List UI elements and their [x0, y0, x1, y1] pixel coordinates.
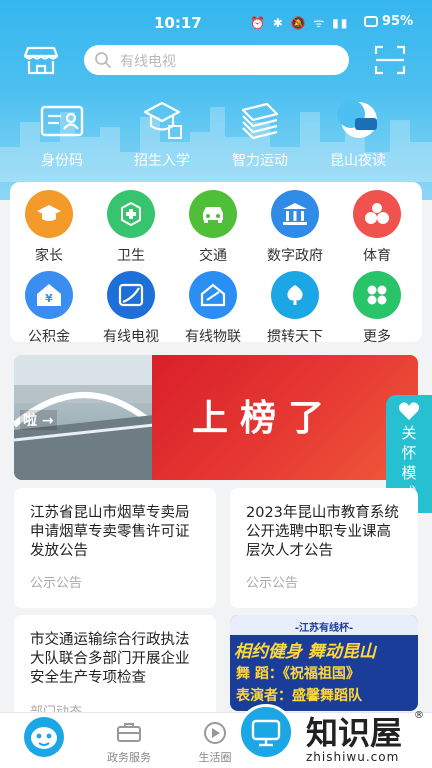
watermark-text: 知识屋	[306, 714, 403, 752]
heart-icon	[398, 402, 420, 420]
service-cable-tv[interactable]: 有线电视	[91, 271, 171, 346]
news-category: 公示公告	[30, 576, 83, 591]
news-title: 2023年昆山市教育系统公开选聘中职专业课高层次人才公告	[246, 505, 399, 559]
watermark: 知识屋 ® zhishiwu.com	[302, 708, 432, 768]
service-label: 交通	[199, 248, 227, 264]
quick-link-mind-sports[interactable]: 智力运动	[210, 100, 310, 170]
night-reading-icon	[337, 100, 377, 138]
books-icon	[241, 102, 279, 140]
top-bar: 有线电视	[0, 44, 432, 78]
id-card-icon	[40, 105, 84, 137]
status-icons: ⏰ ✱ 🔕 ᯤ ▮▮	[250, 16, 350, 30]
service-iot[interactable]: 有线物联	[173, 271, 253, 346]
service-guandan[interactable]: 掼转天下	[255, 271, 335, 346]
watermark-url: zhishiwu.com	[306, 750, 400, 764]
center-tab-button[interactable]	[238, 704, 294, 760]
search-placeholder: 有线电视	[120, 54, 176, 70]
more-grid-icon	[353, 271, 401, 319]
service-label: 体育	[363, 248, 391, 264]
iot-house-icon	[189, 271, 237, 319]
news-title: 市交通运输综合行政执法大队联合多部门开展企业安全生产专项检查	[30, 632, 190, 686]
event-slogan: 相约健身 舞动昆山	[234, 642, 376, 662]
store-icon[interactable]	[24, 44, 58, 76]
battery-icon	[364, 16, 378, 27]
housing-fund-icon: ¥	[25, 271, 73, 319]
news-card[interactable]: 江苏省昆山市烟草专卖局申请烟草专卖零售许可证发放公告 公示公告	[14, 488, 216, 608]
quick-link-label: 身份码	[41, 153, 83, 169]
quick-link-id-code[interactable]: 身份码	[12, 100, 112, 170]
status-time: 10:17	[154, 14, 202, 32]
service-digital-government[interactable]: 数字政府	[255, 190, 335, 265]
graduation-cap-icon	[143, 101, 182, 139]
promo-banner[interactable]: 啦 → 上榜了	[14, 355, 418, 480]
bridge-photo: 啦 →	[14, 355, 156, 480]
service-label: 数字政府	[267, 248, 323, 264]
tab-government-services[interactable]: 政务服务	[86, 713, 172, 768]
health-cross-icon	[107, 190, 155, 238]
service-parent[interactable]: 家长	[9, 190, 89, 265]
watermark-registered: ®	[414, 710, 424, 721]
event-dance: 舞 蹈：《祝福祖国》	[236, 666, 360, 682]
home-tab-icon[interactable]	[20, 716, 68, 758]
sports-icon	[353, 190, 401, 238]
service-label: 更多	[363, 329, 391, 345]
banner-title: 上榜了	[192, 397, 337, 439]
search-input[interactable]: 有线电视	[84, 45, 349, 75]
event-performer: 表演者：盛馨舞蹈队	[236, 688, 362, 704]
scan-icon[interactable]	[374, 44, 406, 76]
news-title: 江苏省昆山市烟草专卖局申请烟草专卖零售许可证发放公告	[30, 505, 190, 559]
banner-red-panel: 上榜了	[152, 355, 418, 480]
service-label: 有线物联	[185, 329, 241, 345]
quick-link-label: 昆山夜读	[330, 153, 386, 169]
cable-tv-icon	[107, 271, 155, 319]
battery-level: 95%	[382, 14, 414, 29]
service-label: 有线电视	[103, 329, 159, 345]
status-bar: 10:17 ⏰ ✱ 🔕 ᯤ ▮▮ 95%	[0, 0, 432, 40]
news-category: 公示公告	[246, 576, 299, 591]
service-label: 掼转天下	[267, 329, 323, 345]
service-label: 家长	[35, 248, 63, 264]
banner-left-caption: 啦 →	[20, 410, 57, 430]
svg-text:¥: ¥	[45, 292, 53, 305]
quick-link-label: 招生入学	[134, 153, 190, 169]
service-label: 卫生	[117, 248, 145, 264]
service-housing-fund[interactable]: ¥ 公积金	[9, 271, 89, 346]
tv-icon	[251, 719, 281, 747]
briefcase-icon	[117, 723, 141, 742]
cards-icon	[271, 271, 319, 319]
quick-link-label: 智力运动	[232, 153, 288, 169]
quick-link-night-reading[interactable]: 昆山夜读	[308, 100, 408, 170]
car-icon	[189, 190, 237, 238]
service-sports[interactable]: 体育	[337, 190, 417, 265]
service-label: 公积金	[28, 329, 70, 345]
service-transport[interactable]: 交通	[173, 190, 253, 265]
service-more[interactable]: 更多	[337, 271, 417, 346]
news-card[interactable]: 市交通运输综合行政执法大队联合多部门开展企业安全生产专项检查 部门动态	[14, 615, 216, 725]
event-image-card[interactable]: -江苏有线杯- 相约健身 舞动昆山 舞 蹈：《祝福祖国》 表演者：盛馨舞蹈队	[230, 615, 418, 711]
quick-link-enrollment[interactable]: 招生入学	[112, 100, 212, 170]
play-circle-icon	[204, 722, 226, 744]
search-icon	[95, 52, 111, 68]
service-health[interactable]: 卫生	[91, 190, 171, 265]
event-header: -江苏有线杯-	[294, 623, 354, 634]
tab-label: 政务服务	[107, 751, 151, 764]
government-building-icon	[271, 190, 319, 238]
news-card[interactable]: 2023年昆山市教育系统公开选聘中职专业课高层次人才公告 公示公告	[230, 488, 418, 608]
graduation-cap-icon	[25, 190, 73, 238]
